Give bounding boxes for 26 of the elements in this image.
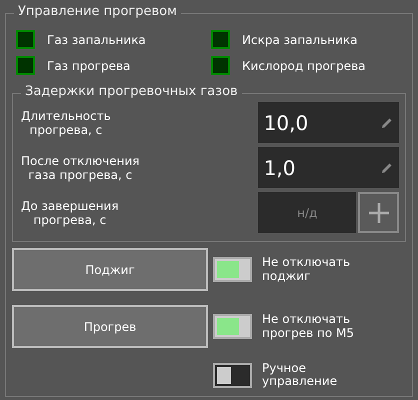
field-label: После отключения газа прогрева, с <box>21 154 140 182</box>
pencil-icon[interactable] <box>381 162 393 174</box>
pencil-icon[interactable] <box>381 116 393 128</box>
toggle-switch[interactable] <box>213 314 252 339</box>
field-value: 10,0 <box>264 110 308 134</box>
input-field[interactable]: 1,0 <box>258 147 399 188</box>
add-button[interactable] <box>358 192 399 233</box>
indicator-label: Кислород прогрева <box>242 58 366 72</box>
indicator-label: Газ прогрева <box>47 58 130 72</box>
field-label: До завершения прогрева, с <box>21 198 119 226</box>
indicator-label: Искра запальника <box>242 32 358 46</box>
indicator-label: Газ запальника <box>47 32 146 46</box>
group-title: Задержки прогревочных газов <box>21 84 242 99</box>
heating-button[interactable]: Прогрев <box>12 305 208 348</box>
toggle-label: Не отключать прогрев по М5 <box>262 313 354 340</box>
toggle-switch[interactable] <box>213 362 252 388</box>
readonly-field: н/д <box>258 192 356 233</box>
group-title: Управление прогревом <box>14 4 181 19</box>
field-label: Длительность прогрева, с <box>21 108 111 136</box>
ignition-button[interactable]: Поджиг <box>12 248 208 291</box>
toggle-switch[interactable] <box>213 257 252 282</box>
toggle-label: Ручное управление <box>262 362 338 388</box>
toggle-label: Не отключать поджиг <box>262 256 350 283</box>
plus-icon <box>368 202 390 224</box>
field-value: 1,0 <box>264 156 296 180</box>
input-field[interactable]: 10,0 <box>258 102 399 143</box>
